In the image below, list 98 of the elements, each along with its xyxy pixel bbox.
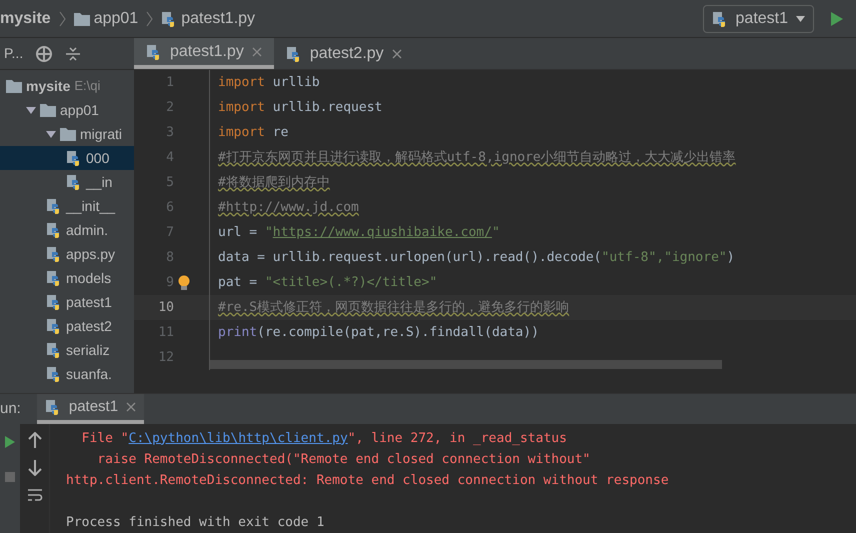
tree-item[interactable]: __init__ [0, 194, 134, 218]
editor-tab[interactable]: patest1.py [134, 38, 274, 69]
tree-item[interactable]: models [0, 266, 134, 290]
file-link[interactable]: C:\python\lib\http\client.py [128, 430, 348, 446]
python-file-icon [46, 270, 62, 286]
folder-icon [60, 127, 76, 141]
line-number: 6 [165, 198, 174, 217]
tree-item-label: migrati [80, 124, 122, 144]
editor-tab[interactable]: patest2.py [274, 38, 414, 69]
chevron-icon [58, 10, 66, 26]
python-icon [712, 10, 728, 26]
tree-item[interactable]: patest2 [0, 314, 134, 338]
breadcrumb[interactable]: patest1.py [181, 6, 256, 30]
breadcrumb[interactable]: mysite [0, 6, 51, 30]
python-file-icon [46, 294, 62, 310]
expand-arrow-icon[interactable] [26, 105, 36, 115]
tree-item-label: app01 [60, 100, 99, 120]
tree-item-label: mysite [26, 76, 70, 96]
tree-item[interactable]: admin. [0, 218, 134, 242]
tree-item[interactable]: patest1 [0, 290, 134, 314]
tree-item[interactable]: __in [0, 170, 134, 194]
code-line: #re.S模式修正符，网页数据往往是多行的，避免多行的影响 [217, 298, 570, 317]
tree-item[interactable]: 000 [0, 146, 134, 170]
code-line: print(re.compile(pat,re.S).findall(data)) [217, 324, 539, 342]
code-line: #将数据爬到内存中 [217, 174, 330, 192]
caret-icon [796, 16, 805, 22]
view-selector[interactable]: P... [4, 43, 24, 64]
tree-item[interactable]: apps.py [0, 242, 134, 266]
python-file-icon [46, 342, 62, 358]
python-file-icon [46, 246, 62, 262]
python-file-icon [46, 198, 62, 214]
line-number: 2 [165, 98, 174, 117]
lightbulb-icon[interactable] [177, 274, 191, 290]
line-number: 5 [165, 174, 174, 192]
python-file-icon [46, 222, 62, 238]
console-line: http.client.RemoteDisconnected: Remote end closed connection without response [66, 472, 669, 490]
line-number: 7 [165, 224, 174, 242]
folder-icon [6, 79, 22, 93]
line-number: 10 [157, 298, 174, 317]
code-line: import re [217, 124, 288, 142]
code-line: #打开京东网页并且进行读取，解码格式utf-8,ignore小细节自动略过，大大减少出错率 [217, 148, 736, 167]
folder-icon [40, 103, 56, 117]
tree-item[interactable]: suanfa. [0, 362, 134, 386]
python-file-icon [66, 174, 82, 190]
code-line: import urllib.request [217, 98, 382, 117]
run-tab[interactable]: patest1 [36, 394, 144, 424]
collapse-icon[interactable] [65, 46, 82, 62]
python-file-icon [146, 44, 162, 60]
code-line: url = "https://www.qiushibaike.com/" [217, 224, 500, 242]
run-config-dropdown[interactable]: patest1 [702, 4, 814, 32]
tree-item[interactable]: app01 [0, 98, 134, 122]
code-line: pat = "<title>(.*?)</title>" [217, 274, 438, 292]
line-number: 11 [157, 324, 174, 342]
tree-item-label: 000 [86, 148, 110, 168]
python-file-icon [46, 318, 62, 334]
horizontal-scrollbar[interactable] [210, 360, 722, 369]
code-line: data = urllib.request.urlopen(url).read().decode("utf-8","ignore") [217, 248, 735, 267]
console-line: raise RemoteDisconnected("Remote end closed connection without" [96, 450, 590, 469]
code-line: #http://www.jd.com [217, 198, 359, 217]
code-line: import urllib [217, 74, 320, 92]
project-path: E:\qi [74, 77, 100, 96]
expand-arrow-icon[interactable] [46, 129, 56, 139]
line-number: 3 [165, 124, 174, 142]
close-icon[interactable] [126, 402, 136, 412]
run-icon[interactable] [830, 10, 844, 26]
tree-item-label: apps.py [66, 244, 116, 264]
down-arrow-icon[interactable] [28, 460, 42, 476]
line-number: 1 [165, 74, 174, 92]
python-icon [44, 399, 61, 415]
line-number: 4 [165, 148, 174, 167]
folder-icon [74, 12, 90, 26]
close-icon[interactable] [392, 48, 402, 58]
tree-item-label: __init__ [66, 196, 116, 216]
line-number: 9 [165, 274, 174, 292]
up-arrow-icon[interactable] [28, 432, 42, 448]
tree-item-label: __in [86, 172, 112, 192]
tree-item[interactable]: serializ [0, 338, 134, 362]
panel-label: un: [0, 398, 21, 419]
tree-item-label: patest2 [66, 316, 112, 336]
tree-item-label: suanfa. [66, 364, 112, 384]
breadcrumb[interactable]: app01 [94, 6, 138, 30]
line-number: 12 [157, 348, 174, 367]
python-file-icon [66, 150, 82, 166]
tree-item[interactable]: mysite E:\qi [0, 74, 134, 98]
chevron-icon [146, 10, 154, 26]
tree-item-label: serializ [66, 340, 110, 360]
target-icon[interactable] [35, 44, 54, 62]
console-line: Process finished with exit code 1 [66, 514, 324, 532]
tree-item-label: models [66, 268, 112, 288]
tree-item-label: admin. [66, 220, 108, 240]
tree-item[interactable]: migrati [0, 122, 134, 146]
soft-wrap-icon[interactable] [26, 488, 42, 502]
python-file-icon [46, 366, 62, 382]
line-number: 8 [165, 248, 174, 267]
tree-item-label: patest1 [66, 292, 112, 312]
play-icon[interactable] [5, 436, 15, 448]
python-file-icon [286, 46, 302, 62]
console-line: File "C:\python\lib\http\client.py", line 272, in _read_status [80, 430, 567, 448]
